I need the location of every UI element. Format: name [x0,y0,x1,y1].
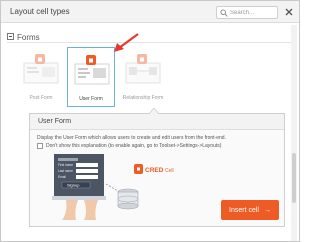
insert-cell-button[interactable]: Insert cell → [221,200,279,220]
section-divider [7,42,293,43]
description-title: User Form [38,118,72,125]
dont-show-label: Don't show this explanation (to enable a… [46,143,222,149]
arrow-right-icon: → [263,206,271,214]
dont-show-checkbox[interactable] [37,143,43,149]
layout-cell-types-dialog: Layout cell types Forms Post Form [0,0,300,242]
description-header: User Form [30,114,284,130]
user-form-thumbnail [74,55,110,85]
collapse-toggle-icon[interactable] [7,33,14,40]
insert-cell-label: Insert cell [229,206,259,214]
cell-card-user-form[interactable]: User Form [67,47,115,107]
dialog-title: Layout cell types [10,7,70,16]
scrollbar-thumb[interactable] [292,153,296,203]
search-icon [220,9,228,17]
cell-description-panel: User Form Display the User Form which al… [29,108,285,227]
cred-logo: CRED Cell [134,164,174,174]
card-label: Relationship Form [122,95,164,101]
card-label: Post Form [29,95,53,101]
cell-card-relationship-form[interactable]: Relationship Form [119,47,167,107]
illus-signup: Signup [67,183,80,188]
cell-card-post-form[interactable]: Post Form [17,47,65,107]
search-input[interactable] [230,8,276,18]
cred-logo-suffix: Cell [165,168,174,174]
annotation-arrow-icon [114,33,139,52]
card-label: User Form [79,96,103,102]
cred-logo-text: CRED [145,167,164,174]
section-title-label: Forms [17,33,40,42]
forms-section-header[interactable]: Forms [7,33,40,42]
close-icon[interactable] [283,6,295,18]
search-box[interactable] [216,6,278,19]
illus-email: Email [58,175,66,179]
illus-last-name: Last name [58,169,73,173]
relationship-form-thumbnail [125,54,161,84]
illus-first-name: First name [58,163,73,167]
scrollbar-track[interactable] [291,25,297,241]
description-text: Display the User Form which allows users… [37,135,226,141]
dialog-header: Layout cell types [1,1,299,23]
post-form-thumbnail [23,54,59,84]
